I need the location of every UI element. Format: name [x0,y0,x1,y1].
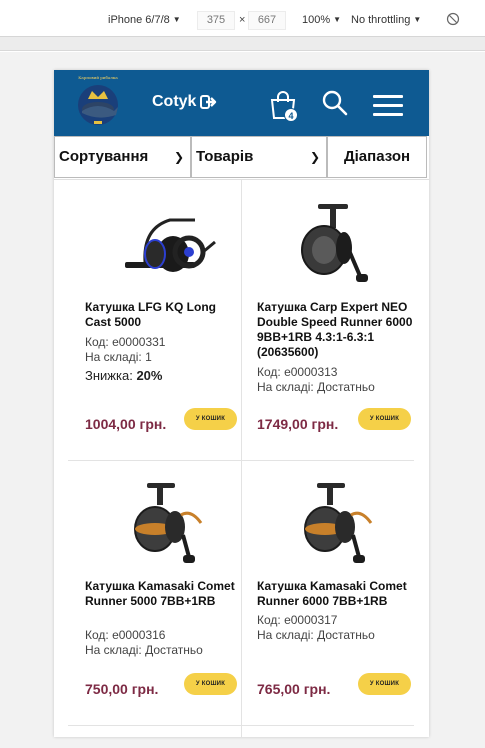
cart-link[interactable]: Cotyk [152,92,218,112]
dimension-separator: × [239,14,246,26]
height-input[interactable]: 667 [248,11,286,30]
chevron-down-icon: ❯ [309,150,320,164]
chevron-down-icon: ▼ [413,15,422,24]
product-price: 750,00 грн. [85,681,159,697]
phone-viewport: Карповий рибалка Cotyk 4 Сортування ❯ То… [54,70,429,737]
items-count-label: Товарів [196,148,254,165]
discount-label: Знижка: [85,368,133,383]
throttling-selector[interactable]: No throttling ▼ [351,14,421,26]
add-to-cart-button[interactable]: У КОШИК [358,673,411,695]
zoom-selector[interactable]: 100% ▼ [302,14,341,26]
cart-link-label: Cotyk [152,93,197,110]
row-divider [68,725,414,726]
product-name[interactable]: Катушка LFG KQ Long Cast 5000 [85,300,245,330]
chevron-down-icon: ▼ [333,15,342,24]
fishing-reel-image[interactable] [282,198,392,298]
sign-out-icon [200,95,217,109]
product-code: Код: e0000331 [85,335,166,349]
product-code: Код: e0000316 [85,628,166,642]
fishing-reel-image[interactable] [287,479,397,579]
product-card[interactable]: Катушка LFG KQ Long Cast 5000 Код: e0000… [85,180,245,460]
items-count-select[interactable]: Товарів ❯ [191,136,327,178]
device-selector[interactable]: iPhone 6/7/8 ▼ [108,14,181,26]
product-discount: Знижка: 20% [85,368,162,383]
chevron-down-icon: ❯ [173,150,184,164]
product-price: 1004,00 грн. [85,416,167,432]
sort-select[interactable]: Сортування ❯ [54,136,191,178]
filter-bar: Сортування ❯ Товарів ❯ Діапазон [54,136,429,180]
logo-emblem-icon [78,85,118,125]
rotate-icon[interactable] [446,12,460,26]
fishing-reel-image[interactable] [115,198,225,298]
product-name[interactable]: Катушка Kamasaki Comet Runner 6000 7BB+1… [257,579,417,609]
site-logo[interactable]: Карповий рибалка [68,75,128,131]
product-stock: На складі: Достатньо [257,380,375,394]
add-to-cart-button[interactable]: У КОШИК [358,408,411,430]
discount-value: 20% [136,368,163,383]
sort-select-label: Сортування [59,148,149,165]
product-grid: Катушка LFG KQ Long Cast 5000 Код: e0000… [54,180,429,737]
add-to-cart-button[interactable]: У КОШИК [184,673,237,695]
search-icon[interactable] [322,90,348,116]
product-price: 1749,00 грн. [257,416,339,432]
product-stock: На складі: Достатньо [85,643,203,657]
product-name[interactable]: Катушка Kamasaki Comet Runner 5000 7BB+1… [85,579,245,609]
logo-caption: Карповий рибалка [78,75,118,80]
devtools-toolbar: iPhone 6/7/8 ▼ 375 × 667 100% ▼ No throttl… [0,0,485,37]
product-name[interactable]: Катушка Carp Expert NEO Double Speed Run… [257,300,417,360]
cart-count-badge: 4 [284,108,298,122]
product-price: 765,00 грн. [257,681,331,697]
media-query-bar [0,37,485,51]
hamburger-menu-icon[interactable] [373,95,405,117]
product-card[interactable]: Катушка Carp Expert NEO Double Speed Run… [257,180,417,460]
product-stock: На складі: Достатньо [257,628,375,642]
product-stock: На складі: 1 [85,350,152,364]
chevron-down-icon: ▼ [172,15,181,24]
price-range-button[interactable]: Діапазон [327,136,427,178]
product-code: Код: e0000313 [257,365,338,379]
product-card[interactable]: Катушка Kamasaki Comet Runner 5000 7BB+1… [85,461,245,725]
product-code: Код: e0000317 [257,613,338,627]
product-card[interactable]: Катушка Kamasaki Comet Runner 6000 7BB+1… [257,461,417,725]
width-input[interactable]: 375 [197,11,235,30]
fishing-reel-image[interactable] [117,479,227,579]
site-header: Карповий рибалка Cotyk 4 [54,70,429,136]
add-to-cart-button[interactable]: У КОШИК [184,408,237,430]
